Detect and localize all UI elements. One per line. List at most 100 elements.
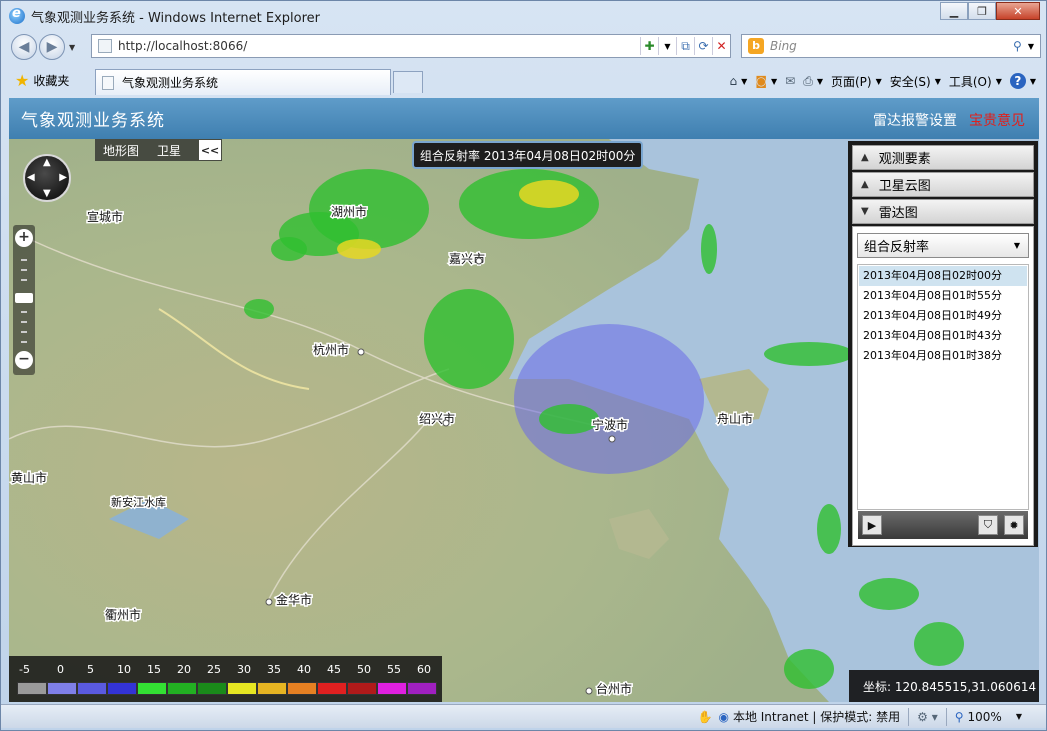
radar-time-item[interactable]: 2013年04月08日01时49分 — [859, 306, 1027, 326]
popup-blocked-icon[interactable]: ✋ — [698, 710, 713, 724]
legend-value: 30 — [237, 663, 251, 676]
bing-logo-icon: b — [748, 38, 764, 54]
play-button[interactable]: ▶ — [862, 515, 882, 535]
minimize-button[interactable]: ▁ — [940, 2, 968, 20]
section-observation[interactable]: ▲ 观测要素 — [852, 145, 1034, 170]
rss-icon: ◙ — [755, 74, 767, 88]
legend-swatch — [17, 682, 47, 695]
window-title: 气象观测业务系统 - Windows Internet Explorer — [31, 10, 320, 26]
safety-menu[interactable]: 安全(S) ▼ — [890, 73, 941, 90]
radar-alarm-settings-link[interactable]: 雷达报警设置 — [873, 110, 957, 130]
pan-control[interactable]: ▲ ▼ ◀ ▶ — [23, 154, 71, 202]
search-box[interactable]: b Bing ⚲ ▼ — [741, 34, 1041, 58]
section-satellite-label: 卫星云图 — [878, 179, 931, 194]
help-button[interactable]: ? ▼ — [1009, 73, 1036, 89]
zoom-dropdown-icon[interactable]: ▼ — [1016, 712, 1022, 721]
home-button[interactable]: ⌂ ▼ — [730, 74, 748, 88]
maximize-button[interactable]: ❐ — [968, 2, 996, 20]
city-taizhou: 台州市 — [596, 681, 632, 696]
history-dropdown-icon[interactable]: ▼ — [69, 43, 75, 52]
radar-time-item[interactable]: 2013年04月08日01时43分 — [859, 326, 1027, 346]
radar-time-item[interactable]: 2013年04月08日01时38分 — [859, 346, 1027, 366]
zoom-level[interactable]: 100% — [968, 710, 1002, 724]
legend-value: 5 — [87, 663, 94, 676]
new-tab-button[interactable] — [393, 71, 423, 93]
collapse-button[interactable]: << — [199, 140, 222, 160]
layer-panel: ▲ 观测要素 ▲ 卫星云图 ▼ 雷达图 组合反射率 ▼ 2013年04月08日02时0… — [848, 141, 1038, 547]
legend-colors — [17, 682, 437, 695]
legend-swatch — [77, 682, 107, 695]
feedback-link[interactable]: 宝贵意见 — [969, 110, 1025, 130]
pan-down-icon[interactable]: ▼ — [43, 188, 51, 199]
compat-icon[interactable]: ✚ — [640, 37, 658, 55]
zoom-in-button[interactable]: + — [15, 229, 33, 247]
app-title: 气象观测业务系统 — [21, 111, 165, 131]
home-icon: ⌂ — [729, 74, 738, 88]
zone-status[interactable]: 本地 Intranet | 保护模式: 禁用 — [733, 708, 900, 725]
map-type-satellite[interactable]: 卫星 — [157, 142, 181, 159]
city-huangshan: 黄山市 — [11, 470, 47, 485]
stop-icon[interactable]: ✕ — [712, 37, 730, 55]
page-icon — [98, 39, 112, 53]
pan-left-icon[interactable]: ◀ — [27, 172, 35, 183]
city-ningbo: 宁波市 — [592, 417, 628, 432]
settings-gear-icon[interactable]: ✹ — [1004, 515, 1024, 535]
zoom-slider[interactable]: + − — [13, 225, 35, 375]
title-bar: 气象观测业务系统 - Windows Internet Explorer ▁ ❐… — [1, 1, 1046, 31]
compatibility-view-icon[interactable]: ⧉ — [676, 37, 694, 55]
legend-swatch — [377, 682, 407, 695]
legend-swatch — [257, 682, 287, 695]
playback-bar: ▶ ⛉ ✹ — [858, 511, 1028, 539]
legend-swatch — [197, 682, 227, 695]
back-button[interactable]: ◀ — [11, 34, 37, 60]
legend-value: 10 — [117, 663, 131, 676]
safety-menu-label: 安全(S) — [889, 74, 931, 89]
search-placeholder[interactable]: Bing — [770, 39, 1013, 53]
map-view[interactable]: 湖州市 嘉兴市 宣城市 杭州市 绍兴市 宁波市 舟山市 黄山市 新安江水库 金华… — [9, 139, 1039, 702]
legend-value: 60 — [417, 663, 431, 676]
radar-time-item[interactable]: 2013年04月08日02时00分 — [859, 266, 1027, 286]
address-bar[interactable]: http://localhost:8066/ ✚ ▼ ⧉ ⟳ ✕ — [91, 34, 731, 58]
legend-value: 25 — [207, 663, 221, 676]
tools-menu[interactable]: 工具(O) ▼ — [949, 73, 1002, 90]
legend-swatch — [287, 682, 317, 695]
forward-button[interactable]: ▶ — [39, 34, 65, 60]
city-quzhou: 衢州市 — [105, 607, 141, 622]
print-button[interactable]: ⎙ ▼ — [803, 74, 823, 89]
map-type-terrain[interactable]: 地形图 — [103, 142, 139, 159]
mail-button[interactable]: ✉ — [785, 74, 795, 88]
security-settings-icon[interactable]: ⚙ ▾ — [917, 710, 938, 724]
city-xinanjiang: 新安江水库 — [111, 495, 166, 509]
legend-value: 45 — [327, 663, 341, 676]
city-jinhua: 金华市 — [276, 592, 312, 607]
zoom-slider-handle[interactable] — [15, 293, 33, 303]
close-window-button[interactable]: ✕ — [996, 2, 1040, 20]
address-dropdown-icon[interactable]: ▼ — [658, 37, 676, 55]
radar-time-list: 2013年04月08日02时00分 2013年04月08日01时55分 2013年0… — [857, 264, 1029, 510]
refresh-icon[interactable]: ⟳ — [694, 37, 712, 55]
section-satellite[interactable]: ▲ 卫星云图 — [852, 172, 1034, 197]
browser-tab[interactable]: 气象观测业务系统 — [95, 69, 391, 95]
favorites-label: 收藏夹 — [33, 73, 70, 88]
address-url[interactable]: http://localhost:8066/ — [118, 39, 640, 53]
page-menu[interactable]: 页面(P) ▼ — [831, 73, 882, 90]
radar-time-item[interactable]: 2013年04月08日01时55分 — [859, 286, 1027, 306]
radar-product-select[interactable]: 组合反射率 ▼ — [857, 233, 1029, 258]
city-xuancheng: 宣城市 — [87, 209, 123, 224]
legend-swatch — [317, 682, 347, 695]
favorites-button[interactable]: ★ 收藏夹 — [15, 67, 69, 93]
zoom-out-button[interactable]: − — [15, 351, 33, 369]
radar-time-badge: 组合反射率 2013年04月08日02时00分 — [412, 141, 644, 169]
ie-logo-icon — [9, 6, 25, 24]
intranet-icon: ◉ — [718, 709, 729, 724]
mail-icon: ✉ — [785, 74, 796, 88]
pan-up-icon[interactable]: ▲ — [43, 157, 51, 168]
feeds-button[interactable]: ◙ ▼ — [755, 74, 777, 88]
app-header: 气象观测业务系统 雷达报警设置 宝贵意见 — [9, 98, 1039, 139]
section-radar[interactable]: ▼ 雷达图 — [852, 199, 1034, 224]
search-icon[interactable]: ⚲ — [1013, 39, 1022, 53]
pan-right-icon[interactable]: ▶ — [59, 172, 67, 183]
radar-section-body: 组合反射率 ▼ 2013年04月08日02时00分 2013年04月08日01时5… — [852, 226, 1034, 546]
search-dropdown-icon[interactable]: ▼ — [1028, 42, 1034, 51]
download-icon[interactable]: ⛉ — [978, 515, 998, 535]
